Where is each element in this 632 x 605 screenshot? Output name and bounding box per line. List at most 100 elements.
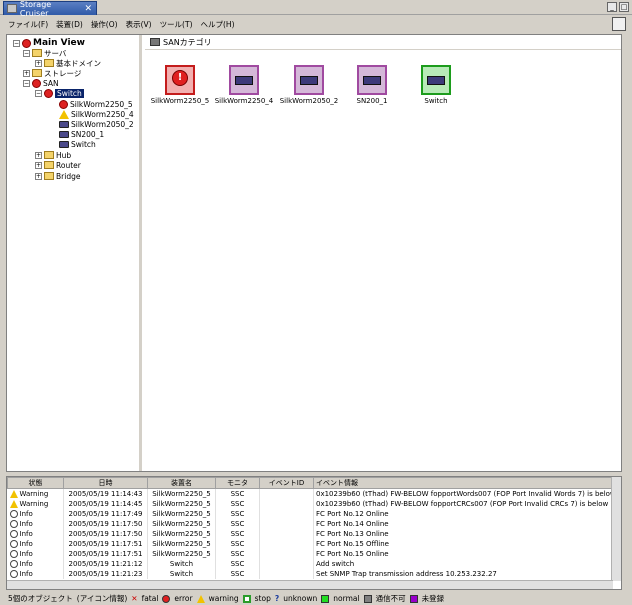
close-icon[interactable]: ✕ [84,4,92,14]
menu-device[interactable]: 装置(D) [56,19,83,30]
san-category-icon [150,38,160,46]
menu-operation[interactable]: 操作(O) [91,19,118,30]
event-info-cell: FC Port No.12 Online [313,508,612,519]
view-tab[interactable]: Storage Cruiser ✕ [3,0,97,18]
collapse-icon[interactable]: − [13,39,20,47]
table-row[interactable]: Info 2005/05/19 11:17:51 SilkWorm2250_5 … [7,548,612,559]
status-text: Info [19,559,33,568]
info-icon [9,569,18,578]
table-row[interactable]: Info 2005/05/19 11:17:49 SilkWorm2250_5 … [7,508,612,519]
tree-label: Router [56,160,81,170]
table-row[interactable]: Info 2005/05/19 11:17:51 SilkWorm2250_5 … [7,538,612,549]
collapse-icon[interactable]: − [23,79,30,87]
monitor-cell: SSC [215,498,260,509]
status-text: Info [19,569,33,578]
column-header-monitor[interactable]: モニタ [215,477,260,489]
menu-tools[interactable]: ツール(T) [160,19,193,30]
tree-item-device[interactable]: SN200_1 [59,129,104,139]
event-info-cell: Add switch [313,558,612,569]
menu-view[interactable]: 表示(V) [126,19,152,30]
maximize-button[interactable]: □ [619,2,629,12]
error-icon [44,88,53,98]
table-row[interactable]: Warning 2005/05/19 11:14:45 SilkWorm2250… [7,498,612,509]
table-row[interactable]: Warning 2005/05/19 11:14:43 SilkWorm2250… [7,488,612,499]
table-row[interactable]: Info 2005/05/19 11:21:12 Switch SSC Add … [7,558,612,569]
tree-label: SilkWorm2050_2 [71,119,134,129]
device-tile[interactable]: SilkWorm2250_4 [214,65,274,105]
expand-icon[interactable]: + [35,59,42,67]
tree-item-main-view[interactable]: − Main View [13,38,85,48]
time-cell: 2005/05/19 11:17:51 [63,548,148,559]
device-tile[interactable]: SN200_1 [342,65,402,105]
expand-icon[interactable]: + [35,172,42,180]
menu-help[interactable]: ヘルプ(H) [201,19,235,30]
tree-item-switch[interactable]: − Switch [35,88,84,98]
stop-icon [242,594,251,603]
folder-icon [44,172,54,180]
switch-device-icon [59,120,69,128]
event-id-cell [259,518,314,529]
tree-item-router[interactable]: + Router [35,160,81,170]
event-info-cell: FC Port No.13 Online [313,528,612,539]
minimize-button[interactable]: _ [607,2,617,12]
info-icon [9,559,18,568]
monitor-cell: SSC [215,488,260,499]
event-info-cell: 0x10239b60 (tThad) FW-BELOW fopportCRCs0… [313,498,612,509]
tree-item-server[interactable]: − サーバ [23,48,66,58]
tab-title: Storage Cruiser [19,0,52,18]
time-cell: 2005/05/19 11:17:50 [63,518,148,529]
device-cell: SilkWorm2250_5 [147,518,216,529]
column-header-status[interactable]: 状態 [7,477,64,489]
device-cell: Switch [147,558,216,569]
tree-item-device[interactable]: SilkWorm2250_4 [59,109,134,119]
tree-item-device[interactable]: SilkWorm2050_2 [59,119,134,129]
no-communication-icon [363,594,372,603]
table-header-row: 状態 日時 装置名 モニタ イベントID イベント情報 [7,477,612,489]
tree-item-san[interactable]: − SAN [23,78,59,88]
column-header-device[interactable]: 装置名 [147,477,216,489]
column-header-event-id[interactable]: イベントID [259,477,314,489]
warning-icon [59,109,69,119]
time-cell: 2005/05/19 11:17:51 [63,538,148,549]
tree-label: SN200_1 [71,129,105,139]
tree-item-bridge[interactable]: + Bridge [35,171,80,181]
expand-icon[interactable]: + [35,161,42,169]
legend-label: fatal [141,594,159,603]
device-label: SilkWorm2250_4 [214,97,274,105]
time-cell: 2005/05/19 11:17:50 [63,528,148,539]
folder-icon [44,161,54,169]
device-tile[interactable]: SilkWorm2050_2 [279,65,339,105]
collapse-icon[interactable]: − [35,89,42,97]
tree-item-device[interactable]: SilkWorm2250_5 [59,99,133,109]
event-info-cell: FC Port No.15 Offline [313,538,612,549]
expand-icon[interactable]: + [23,69,30,77]
legend-label: normal [333,594,360,603]
event-id-cell [259,548,314,559]
table-row[interactable]: Info 2005/05/19 11:17:50 SilkWorm2250_5 … [7,528,612,539]
tree-view[interactable]: − Main View − サーバ + 基本ドメイン + ストレージ − SAN… [7,35,142,471]
event-info-cell: FC Port No.15 Online [313,548,612,559]
tree-label: SAN [43,78,59,88]
tree-item-base-domain[interactable]: + 基本ドメイン [35,58,101,68]
menu-file[interactable]: ファイル(F) [8,19,48,30]
column-header-time[interactable]: 日時 [63,477,148,489]
expand-icon[interactable]: + [35,151,42,159]
device-tile[interactable]: Switch [406,65,466,105]
tree-item-device[interactable]: Switch [59,139,96,149]
event-info-cell: 0x10239b60 (tThad) FW-BELOW fopportWords… [313,488,612,499]
status-text: Warning [19,499,49,508]
tree-item-hub[interactable]: + Hub [35,150,71,160]
object-count: 5個のオブジェクト [8,594,73,603]
time-cell: 2005/05/19 11:17:49 [63,508,148,519]
window-title-bar: Storage Cruiser ✕ _ □ [0,0,632,18]
device-tile[interactable]: ! SilkWorm2250_5 [150,65,210,105]
table-row[interactable]: Info 2005/05/19 11:21:23 Switch SSC Set … [7,568,612,579]
info-icon [9,529,18,538]
save-icon[interactable] [612,17,626,31]
tree-item-storage[interactable]: + ストレージ [23,68,81,78]
horizontal-scrollbar[interactable] [7,580,613,589]
vertical-scrollbar[interactable] [611,477,621,581]
table-row[interactable]: Info 2005/05/19 11:17:50 SilkWorm2250_5 … [7,518,612,529]
collapse-icon[interactable]: − [23,49,30,57]
column-header-event-info[interactable]: イベント情報 [313,477,612,489]
